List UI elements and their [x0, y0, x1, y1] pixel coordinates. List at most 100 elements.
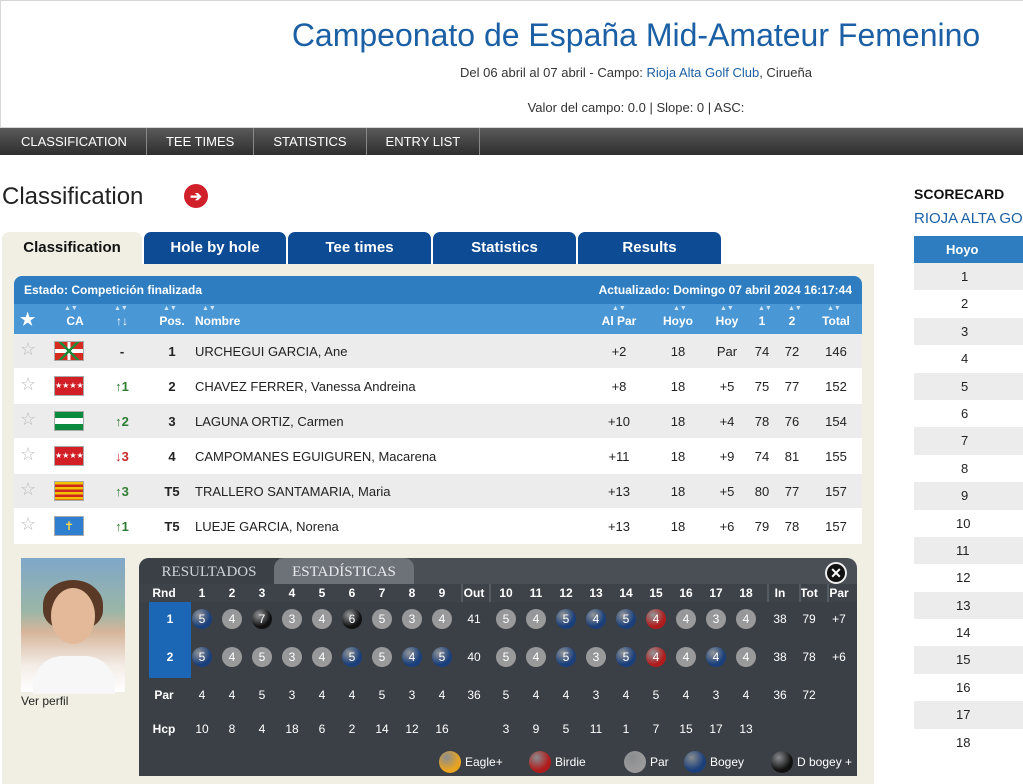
score-cell: 3 — [258, 586, 266, 600]
hcp-row: Hcp 10 8 4 18 6 2 14 12 16 3 9 5 11 1 7 15 17 13 — [139, 712, 857, 746]
col-topar[interactable]: Al Par — [597, 314, 641, 328]
tab-hole-by-hole[interactable]: Hole by hole — [144, 232, 286, 264]
hole-score: 4 — [526, 609, 546, 629]
hole-row: 6 — [914, 399, 1023, 428]
position-change: ↑2 — [115, 414, 129, 429]
legend-label: Par — [650, 755, 669, 769]
player-name[interactable]: CAMPOMANES EGUIGUREN, Macarena — [195, 449, 436, 464]
hole-score: 4 — [646, 609, 666, 629]
score-cell: 4 — [622, 688, 630, 702]
score-cell: 5 — [652, 688, 660, 702]
hole-row: 8 — [914, 454, 1023, 483]
position: T5 — [164, 519, 180, 534]
round-row: 2 5 4 5 3 4 5 5 4 5 5 4 5 3 5 4 4 4 4 40 38 78 +6 — [139, 636, 857, 678]
nav-statistics[interactable]: STATISTICS — [254, 128, 367, 155]
score-cell: 78 — [802, 650, 816, 664]
score-cell: 18 — [739, 586, 753, 600]
to-par: +13 — [607, 519, 631, 534]
col-hole[interactable]: Hoyo — [658, 314, 698, 328]
table-row[interactable]: ☆ ★★★★ ↑1 2 CHAVEZ FERRER, Vanessa Andreina +… — [14, 369, 862, 404]
hole-score: 4 — [706, 647, 726, 667]
col-r1[interactable]: 1 — [752, 314, 772, 328]
round2-score: 77 — [784, 484, 800, 499]
score-cell: 4 — [258, 722, 266, 736]
tab-results[interactable]: Results — [578, 232, 721, 264]
tab-classification[interactable]: Classification — [2, 232, 142, 264]
player-name[interactable]: TRALLERO SANTAMARIA, Maria — [195, 484, 391, 499]
round-number[interactable]: 2 — [149, 636, 191, 678]
player-photo[interactable] — [21, 558, 125, 694]
favorite-star-icon[interactable]: ☆ — [20, 479, 36, 500]
score-cell: +7 — [832, 612, 846, 626]
nav-classification[interactable]: CLASSIFICATION — [0, 128, 147, 155]
col-ca[interactable]: CA — [60, 314, 90, 328]
score-cell: 13 — [589, 586, 603, 600]
total-score: 157 — [825, 519, 847, 534]
column-headers: ★ ▲▼ CA ▲▼ ↑↓ ▲▼ Pos. ▲▼ Nombre ▲▼ Al Pa… — [14, 304, 862, 334]
hole-score: 5 — [432, 647, 452, 667]
nav-entry-list[interactable]: ENTRY LIST — [367, 128, 481, 155]
holes-played: 18 — [670, 344, 686, 359]
holes-played: 18 — [670, 449, 686, 464]
round1-score: 78 — [754, 414, 770, 429]
score-cell: 1 — [622, 722, 630, 736]
col-name[interactable]: Nombre — [195, 314, 240, 328]
venue-link[interactable]: Rioja Alta Golf Club — [646, 65, 759, 80]
region-flag-icon: ★★★★ — [54, 446, 84, 466]
total-score: 152 — [825, 379, 847, 394]
close-icon[interactable]: ✕ — [825, 562, 847, 584]
hole-row: 10 — [914, 509, 1023, 537]
score-cell: 10 — [499, 586, 513, 600]
legend-par-icon — [624, 751, 646, 773]
score-cell: 17 — [709, 586, 723, 600]
to-par: +13 — [607, 484, 631, 499]
tab-estadisticas[interactable]: ESTADÍSTICAS — [274, 558, 414, 584]
tab-resultados[interactable]: RESULTADOS — [139, 558, 279, 584]
table-row[interactable]: ☆ ★★★★ ↓3 4 CAMPOMANES EGUIGUREN, Macarena +1… — [14, 439, 862, 474]
col-total[interactable]: Total — [816, 314, 856, 328]
course-name[interactable]: RIOJA ALTA GOLF — [914, 210, 1023, 227]
table-row[interactable]: ☆ ↑2 3 LAGUNA ORTIZ, Carmen +10 18 +4 78 76 154 — [14, 404, 862, 439]
star-header-icon: ★ — [20, 310, 36, 329]
tab-tee-times[interactable]: Tee times — [288, 232, 431, 264]
position: 3 — [168, 414, 176, 429]
tab-statistics[interactable]: Statistics — [433, 232, 576, 264]
score-cell: 15 — [649, 586, 663, 600]
player-name[interactable]: URCHEGUI GARCIA, Ane — [195, 344, 347, 359]
col-today[interactable]: Hoy — [711, 314, 743, 328]
hole-score: 4 — [312, 609, 332, 629]
score-cell: 12 — [559, 586, 573, 600]
profile-link[interactable]: Ver perfil — [21, 694, 68, 708]
favorite-star-icon[interactable]: ☆ — [20, 374, 36, 395]
player-name[interactable]: CHAVEZ FERRER, Vanessa Andreina — [195, 379, 416, 394]
hole-score: 5 — [342, 647, 362, 667]
leaderboard-rows: ☆ - 1 URCHEGUI GARCIA, Ane +2 18 Par 74 72 146 ☆ ★★… — [14, 334, 862, 544]
score-cell: 3 — [408, 688, 416, 702]
round-number[interactable]: 1 — [149, 602, 191, 636]
region-flag-icon — [54, 481, 84, 501]
score-cell: 4 — [682, 688, 690, 702]
round2-score: 76 — [784, 414, 800, 429]
favorite-star-icon[interactable]: ☆ — [20, 339, 36, 360]
col-move[interactable]: ↑↓ — [110, 314, 134, 328]
col-r2[interactable]: 2 — [782, 314, 802, 328]
hole-score: 3 — [586, 647, 606, 667]
player-detail: Ver perfil RESULTADOS ESTADÍSTICAS ✕ Rnd… — [14, 549, 862, 776]
favorite-star-icon[interactable]: ☆ — [20, 444, 36, 465]
player-name[interactable]: LUEJE GARCIA, Norena — [195, 519, 339, 534]
hole-row: 14 — [914, 619, 1023, 647]
arrow-right-icon[interactable]: ➔ — [184, 184, 208, 208]
player-name[interactable]: LAGUNA ORTIZ, Carmen — [195, 414, 344, 429]
nav-tee-times[interactable]: TEE TIMES — [147, 128, 255, 155]
score-cell: 4 — [742, 688, 750, 702]
table-row[interactable]: ☆ ↑3 T5 TRALLERO SANTAMARIA, Maria +13 18 +5 80… — [14, 474, 862, 509]
col-pos[interactable]: Pos. — [157, 314, 187, 328]
favorite-star-icon[interactable]: ☆ — [20, 514, 36, 535]
hole-score: 6 — [342, 609, 362, 629]
favorite-star-icon[interactable]: ☆ — [20, 409, 36, 430]
today-score: +6 — [719, 519, 735, 534]
table-row[interactable]: ☆ - 1 URCHEGUI GARCIA, Ane +2 18 Par 74 72 146 — [14, 334, 862, 369]
table-row[interactable]: ☆ ✝ ↑1 T5 LUEJE GARCIA, Norena +13 18 +6 79 78 157 — [14, 509, 862, 544]
hole-score: 5 — [556, 609, 576, 629]
score-cell: 72 — [802, 688, 816, 702]
